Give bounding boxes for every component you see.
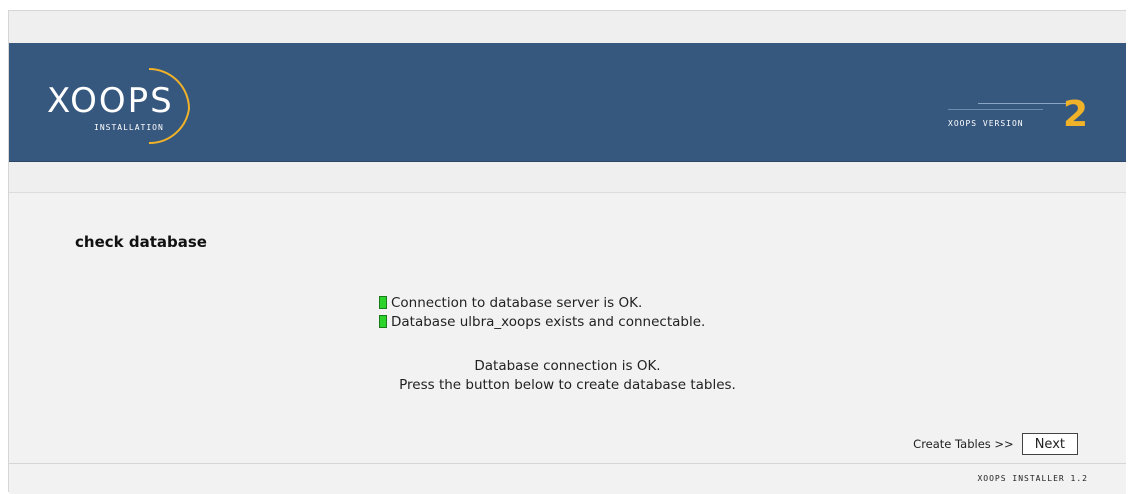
version-badge: XOOPS VERSION 2 (948, 83, 1088, 133)
logo-subtitle: INSTALLATION (94, 123, 164, 132)
ok-status-icon (379, 296, 387, 309)
footer: XOOPS INSTALLER 1.2 (9, 463, 1126, 494)
check-item: Connection to database server is OK. (379, 293, 705, 312)
check-list: Connection to database server is OK. Dat… (379, 293, 705, 331)
check-text: Connection to database server is OK. (391, 294, 643, 311)
main-content: check database Connection to database se… (9, 193, 1126, 463)
divider (978, 103, 1068, 104)
status-line: Database connection is OK. (474, 358, 661, 374)
version-number: 2 (1062, 94, 1088, 135)
installer-version: XOOPS INSTALLER 1.2 (977, 474, 1088, 483)
check-item: Database ulbra_xoops exists and connecta… (379, 312, 705, 331)
installer-window: XOOPS INSTALLATION XOOPS VERSION 2 check… (8, 10, 1126, 494)
top-strip (9, 11, 1126, 43)
version-label: XOOPS VERSION (948, 119, 1024, 128)
next-action-label: Create Tables >> (913, 437, 1014, 451)
ok-status-icon (379, 315, 387, 328)
page-title: check database (75, 233, 207, 251)
header-banner: XOOPS INSTALLATION XOOPS VERSION 2 (9, 43, 1126, 162)
check-text: Database ulbra_xoops exists and connecta… (391, 313, 706, 330)
logo-text: XOOPS (47, 81, 174, 121)
action-bar: Create Tables >> Next (913, 433, 1078, 455)
sub-header-band (9, 162, 1126, 193)
next-button[interactable]: Next (1021, 433, 1078, 455)
divider (948, 109, 1043, 110)
instruction-line: Press the button below to create databas… (399, 377, 736, 393)
xoops-logo: XOOPS INSTALLATION (39, 57, 239, 147)
status-message: Database connection is OK. Press the but… (9, 357, 1126, 395)
